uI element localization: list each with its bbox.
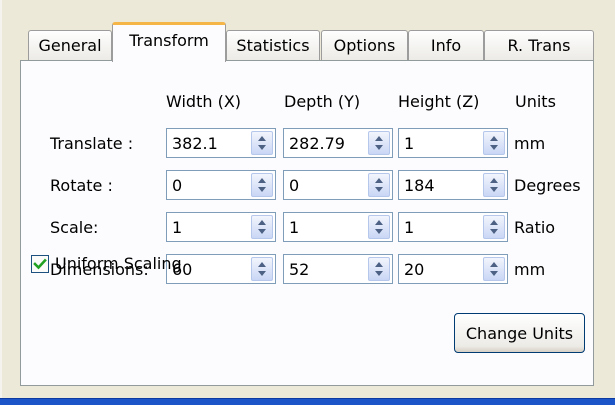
up-down-arrows-icon xyxy=(375,262,383,276)
translate-z-spin-buttons[interactable] xyxy=(483,131,505,155)
tab-statistics[interactable]: Statistics xyxy=(226,30,320,60)
tab-info[interactable]: Info xyxy=(408,30,484,60)
rotate-y-input[interactable] xyxy=(284,171,370,199)
up-down-arrows-icon xyxy=(375,136,383,150)
change-units-button[interactable]: Change Units xyxy=(454,313,585,353)
scale-z-input[interactable] xyxy=(399,213,485,241)
scale-y-spin-buttons[interactable] xyxy=(368,215,390,239)
translate-y-spinbox xyxy=(283,128,393,158)
translate-z-spinbox xyxy=(398,128,508,158)
rotate-unit: Degrees xyxy=(514,176,581,195)
uniform-scaling-checkbox[interactable] xyxy=(31,255,49,273)
translate-unit: mm xyxy=(514,134,546,153)
dimensions-unit: mm xyxy=(514,260,546,279)
column-header-width: Width (X) xyxy=(166,92,242,111)
tab-statistics-label: Statistics xyxy=(236,36,310,55)
translate-z-input[interactable] xyxy=(399,129,485,157)
rotate-x-spinbox xyxy=(166,170,276,200)
checkmark-icon xyxy=(33,258,47,270)
column-header-height: Height (Z) xyxy=(398,92,480,111)
tab-general-label: General xyxy=(38,36,102,55)
scale-y-spinbox xyxy=(283,212,393,242)
row-label-rotate: Rotate : xyxy=(50,176,113,195)
up-down-arrows-icon xyxy=(258,136,266,150)
rotate-z-spinbox xyxy=(398,170,508,200)
tab-r-trans-label: R. Trans xyxy=(507,36,571,55)
tab-general[interactable]: General xyxy=(28,30,112,60)
translate-x-spin-buttons[interactable] xyxy=(251,131,273,155)
row-label-translate: Translate : xyxy=(50,134,134,153)
tab-r-trans[interactable]: R. Trans xyxy=(484,30,594,60)
up-down-arrows-icon xyxy=(258,178,266,192)
up-down-arrows-icon xyxy=(490,136,498,150)
up-down-arrows-icon xyxy=(490,178,498,192)
dimensions-y-spinbox xyxy=(283,254,393,284)
translate-y-spin-buttons[interactable] xyxy=(368,131,390,155)
scale-unit: Ratio xyxy=(514,218,556,237)
uniform-scaling-label[interactable]: Uniform Scaling xyxy=(55,254,182,274)
rotate-z-input[interactable] xyxy=(399,171,485,199)
tab-info-label: Info xyxy=(430,36,462,55)
up-down-arrows-icon xyxy=(375,220,383,234)
up-down-arrows-icon xyxy=(258,220,266,234)
dimensions-z-spin-buttons[interactable] xyxy=(483,257,505,281)
column-header-units: Units xyxy=(515,92,556,111)
up-down-arrows-icon xyxy=(258,262,266,276)
window-bottom-frame xyxy=(0,398,615,405)
tab-options-label: Options xyxy=(333,36,396,55)
tab-transform-label: Transform xyxy=(129,31,209,50)
dimensions-x-spin-buttons[interactable] xyxy=(251,257,273,281)
scale-x-spin-buttons[interactable] xyxy=(251,215,273,239)
up-down-arrows-icon xyxy=(375,178,383,192)
translate-x-input[interactable] xyxy=(167,129,253,157)
scale-x-input[interactable] xyxy=(167,213,253,241)
scale-z-spin-buttons[interactable] xyxy=(483,215,505,239)
dimensions-z-spinbox xyxy=(398,254,508,284)
up-down-arrows-icon xyxy=(490,220,498,234)
translate-x-spinbox xyxy=(166,128,276,158)
rotate-y-spin-buttons[interactable] xyxy=(368,173,390,197)
scale-z-spinbox xyxy=(398,212,508,242)
window-left-edge xyxy=(0,0,2,405)
rotate-y-spinbox xyxy=(283,170,393,200)
column-header-depth: Depth (Y) xyxy=(284,92,361,111)
scale-x-spinbox xyxy=(166,212,276,242)
row-label-scale: Scale: xyxy=(50,218,99,237)
rotate-x-input[interactable] xyxy=(167,171,253,199)
rotate-x-spin-buttons[interactable] xyxy=(251,173,273,197)
dimensions-x-spinbox xyxy=(166,254,276,284)
scale-y-input[interactable] xyxy=(284,213,370,241)
tab-transform[interactable]: Transform xyxy=(112,22,226,62)
dimensions-y-input[interactable] xyxy=(284,255,370,283)
translate-y-input[interactable] xyxy=(284,129,370,157)
dimensions-y-spin-buttons[interactable] xyxy=(368,257,390,281)
tab-options[interactable]: Options xyxy=(321,30,408,60)
up-down-arrows-icon xyxy=(490,262,498,276)
dimensions-z-input[interactable] xyxy=(399,255,485,283)
rotate-z-spin-buttons[interactable] xyxy=(483,173,505,197)
